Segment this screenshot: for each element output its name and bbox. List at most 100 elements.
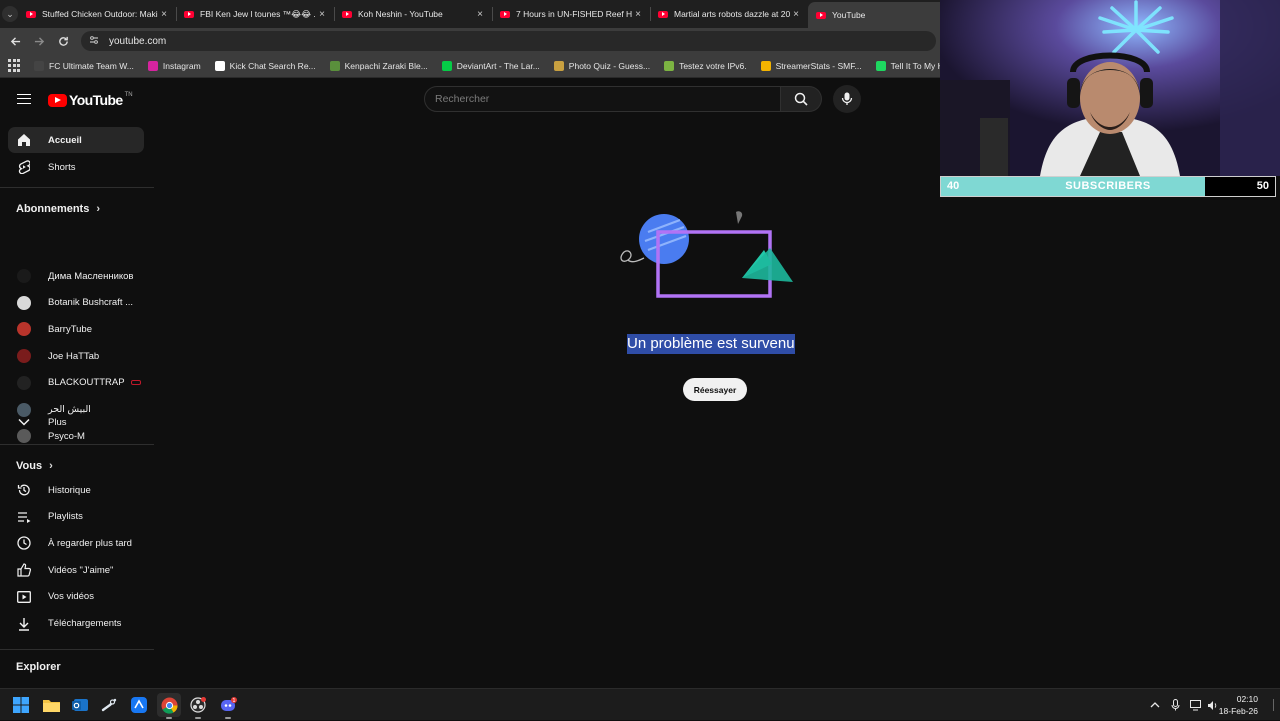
channel-name: BarryTube	[48, 323, 92, 335]
youtube-favicon-icon	[26, 10, 36, 18]
back-button[interactable]	[3, 29, 27, 53]
tab-list: Stuffed Chicken Outdoor: Making × FBI Ken …	[18, 0, 966, 28]
bookmark-label: StreamerStats - SMF...	[775, 60, 862, 71]
sidebar-item-subscription[interactable]: Дима Масленников	[8, 263, 144, 289]
tab-close-icon[interactable]: ×	[316, 9, 328, 20]
subscriptions-heading[interactable]: Abonnements ›	[16, 203, 100, 215]
bookmark-favicon-icon	[147, 60, 158, 71]
bookmark-item[interactable]: Tell It To My Heart •...	[875, 60, 940, 71]
show-desktop-button[interactable]	[1273, 699, 1276, 711]
tab-close-icon[interactable]: ×	[474, 9, 486, 20]
taskbar-chrome[interactable]	[157, 693, 181, 719]
bookmark-item[interactable]: Kenpachi Zaraki Ble...	[329, 60, 428, 71]
you-heading[interactable]: Vous ›	[16, 460, 53, 472]
bookmark-item[interactable]: Instagram	[147, 60, 201, 71]
bookmark-favicon-icon	[664, 60, 675, 71]
search-button[interactable]	[781, 86, 822, 112]
start-button[interactable]	[9, 693, 33, 717]
browser-toolbar: youtube.com	[0, 28, 940, 54]
sidebar-item-label: Playlists	[48, 511, 83, 523]
browser-tab[interactable]: Martial arts robots dazzle at 2026 ×	[650, 0, 808, 28]
sidebar-item-liked-videos[interactable]: Vidéos "J'aime"	[8, 557, 144, 583]
microphone-tray[interactable]	[1171, 689, 1180, 721]
browser-tab[interactable]: FBI Ken Jew l tounes ™😂😂 .. ×	[176, 0, 334, 28]
browser-tab[interactable]: Koh Neshin - YouTube ×	[334, 0, 492, 28]
taskbar-obs[interactable]	[186, 693, 210, 719]
address-text: youtube.com	[109, 35, 167, 47]
sidebar-item-label: Historique	[48, 484, 91, 496]
bookmark-label: Tell It To My Heart •...	[890, 60, 940, 71]
tab-close-icon[interactable]: ×	[158, 9, 170, 20]
sidebar-item-your-videos[interactable]: Vos vidéos	[8, 584, 144, 610]
sidebar-item-home[interactable]: Accueil	[8, 127, 144, 153]
bookmark-label: FC Ultimate Team W...	[49, 60, 134, 71]
tab-title: Stuffed Chicken Outdoor: Making	[42, 9, 158, 19]
subscriber-goal-label: SUBSCRIBERS	[1065, 180, 1151, 192]
bookmark-label: Testez votre IPv6.	[679, 60, 747, 71]
apps-grid-icon[interactable]	[8, 58, 20, 73]
youtube-favicon-icon	[342, 10, 352, 18]
sidebar-item-shorts[interactable]: Shorts	[8, 154, 144, 180]
bookmark-list: FC Ultimate Team W... Instagram Kick Chat …	[34, 60, 940, 71]
taskbar-edge-app[interactable]	[127, 693, 151, 717]
taskbar-outlook[interactable]	[68, 693, 92, 717]
you-title: Vous	[16, 460, 43, 472]
sidebar-item-subscription[interactable]: BarryTube	[8, 316, 144, 342]
forward-button[interactable]	[27, 29, 51, 53]
bookmark-label: DeviantArt - The Lar...	[456, 60, 540, 71]
chevron-down-icon: ⌄	[2, 6, 18, 22]
sidebar-item-label: Vos vidéos	[48, 591, 94, 603]
playlists-icon	[17, 510, 31, 524]
bookmark-item[interactable]: FC Ultimate Team W...	[34, 60, 134, 71]
tab-search-button[interactable]: ⌄	[2, 0, 18, 28]
browser-tab[interactable]: Stuffed Chicken Outdoor: Making ×	[18, 0, 176, 28]
volume-tray[interactable]	[1207, 689, 1219, 721]
tab-close-icon[interactable]: ×	[632, 9, 644, 20]
bookmark-label: Instagram	[162, 60, 201, 71]
logo-country-code: TN	[124, 92, 133, 98]
bookmark-item[interactable]: DeviantArt - The Lar...	[441, 60, 540, 71]
bookmark-item[interactable]: Kick Chat Search Re...	[214, 60, 316, 71]
explore-heading: Explorer	[16, 661, 61, 673]
youtube-favicon-icon	[500, 10, 510, 18]
system-clock[interactable]: 02:10 18-Feb-26	[1219, 693, 1258, 717]
logo-wordmark: YouTube	[69, 92, 123, 108]
taskbar-discord[interactable]: 1	[216, 693, 240, 719]
address-bar[interactable]: youtube.com	[81, 31, 936, 51]
sidebar-item-subscription[interactable]: Botanik Bushcraft ...	[8, 290, 144, 316]
volume-icon	[1208, 700, 1217, 710]
reload-button[interactable]	[51, 29, 75, 53]
sidebar-item-label: Shorts	[48, 161, 76, 173]
sidebar-item-subscription[interactable]: Joe HaTTab	[8, 343, 144, 369]
browser-tab[interactable]: 7 Hours in UN-FISHED Reef Hole ×	[492, 0, 650, 28]
network-tray[interactable]	[1190, 689, 1203, 721]
bookmark-item[interactable]: StreamerStats - SMF...	[760, 60, 862, 71]
bookmark-favicon-icon	[875, 60, 886, 71]
channel-avatar	[17, 322, 31, 337]
chevron-right-icon: ›	[49, 460, 53, 472]
youtube-logo[interactable]: YouTube TN	[48, 92, 133, 108]
show-hidden-icons[interactable]	[1150, 689, 1160, 721]
sidebar-item-history[interactable]: Historique	[8, 477, 144, 503]
youtube-favicon-icon	[184, 10, 194, 18]
tab-title: 7 Hours in UN-FISHED Reef Hole	[516, 9, 632, 19]
site-settings-icon[interactable]	[89, 35, 101, 47]
menu-icon[interactable]	[17, 94, 31, 104]
steam-icon	[101, 698, 117, 712]
taskbar-steam[interactable]	[97, 693, 121, 717]
tab-title: FBI Ken Jew l tounes ™😂😂 ..	[200, 8, 316, 19]
sidebar-item-playlists[interactable]: Playlists	[8, 504, 144, 530]
sidebar-item-subscription[interactable]: BLACKOUTTRAP	[8, 370, 144, 396]
sidebar-item-downloads[interactable]: Téléchargements	[8, 611, 144, 637]
clock-time: 02:10	[1236, 694, 1258, 704]
bookmark-item[interactable]: Photo Quiz - Guess...	[553, 60, 650, 71]
tab-close-icon[interactable]: ×	[790, 9, 802, 20]
bookmark-item[interactable]: Testez votre IPv6.	[664, 60, 747, 71]
subscriptions-title: Abonnements	[16, 203, 90, 215]
sidebar-item-watch-later[interactable]: À regarder plus tard	[8, 530, 144, 556]
voice-search-button[interactable]	[833, 85, 861, 113]
retry-button[interactable]: Réessayer	[683, 378, 747, 401]
taskbar-file-explorer[interactable]	[39, 693, 63, 717]
sidebar-item-more[interactable]: Plus	[8, 409, 144, 435]
search-input[interactable]	[435, 93, 780, 105]
